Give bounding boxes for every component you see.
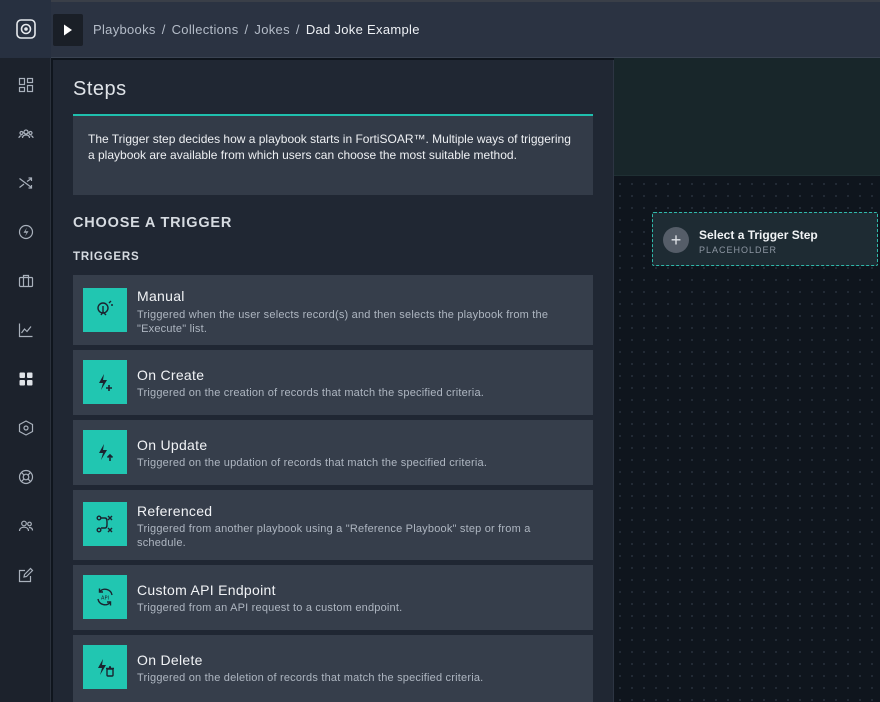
trigger-custom-api[interactable]: API Custom API Endpoint Triggered from a… [73, 565, 593, 630]
triggers-label: TRIGGERS [73, 251, 140, 263]
placeholder-title: Select a Trigger Step [699, 228, 818, 242]
play-arrow-icon [64, 24, 72, 36]
on-create-icon [83, 360, 127, 404]
trigger-description: Triggered on the creation of records tha… [137, 387, 485, 399]
trigger-description: Triggered on the updation of records tha… [137, 457, 488, 469]
trigger-step-placeholder[interactable]: + Select a Trigger Step PLACEHOLDER [652, 212, 878, 266]
plus-icon: + [663, 227, 689, 253]
nav-playbooks[interactable] [0, 168, 51, 198]
breadcrumb-separator: / [295, 22, 300, 37]
nav-automation[interactable] [0, 217, 51, 247]
breadcrumb: Playbooks / Collections / Jokes / Dad Joke Exa… [93, 22, 420, 37]
trigger-on-create[interactable]: On Create Triggered on the creation of r… [73, 350, 593, 415]
trigger-description: Triggered from another playbook using a … [137, 523, 531, 549]
trigger-manual[interactable]: Manual Triggered when the user selects r… [73, 275, 593, 345]
trigger-name: Custom API Endpoint [137, 582, 276, 598]
breadcrumb-playbooks[interactable]: Playbooks [93, 22, 156, 37]
app-logo[interactable] [0, 0, 51, 58]
nav-cases[interactable] [0, 266, 51, 296]
dashboard-icon [18, 77, 33, 93]
trigger-description: Triggered when the user selects record(s… [137, 309, 549, 335]
nav-notes[interactable] [0, 560, 51, 590]
edit-note-icon [18, 567, 33, 583]
trigger-name: Manual [137, 288, 185, 304]
playbook-canvas[interactable]: + Select a Trigger Step PLACEHOLDER [614, 58, 880, 702]
choose-trigger-heading: CHOOSE A TRIGGER [73, 215, 233, 231]
nav-apps[interactable] [0, 364, 51, 394]
trigger-name: On Delete [137, 652, 203, 668]
trigger-name: On Create [137, 367, 205, 383]
on-delete-icon [83, 645, 127, 689]
nav-connectors[interactable] [0, 413, 51, 443]
nav-team[interactable] [0, 511, 51, 541]
briefcase-icon [18, 274, 33, 288]
trigger-intro-text: The Trigger step decides how a playbook … [73, 116, 593, 195]
trigger-name: Referenced [137, 503, 213, 519]
steps-panel: Steps The Trigger step decides how a pla… [53, 60, 614, 702]
panel-title: Steps [73, 78, 127, 100]
app-logo-icon [15, 19, 36, 39]
on-update-icon [83, 430, 127, 474]
manual-trigger-icon [83, 288, 127, 332]
nav-reports[interactable] [0, 315, 51, 345]
line-chart-icon [18, 323, 32, 338]
lifebuoy-icon [18, 469, 33, 485]
referenced-icon [83, 502, 127, 546]
connector-icon [18, 420, 33, 436]
trigger-description: Triggered on the deletion of records tha… [137, 672, 484, 684]
nav-support[interactable] [0, 462, 51, 492]
trigger-referenced[interactable]: Referenced Triggered from another playbo… [73, 490, 593, 560]
left-nav [0, 0, 51, 702]
trigger-on-delete[interactable]: On Delete Triggered on the deletion of r… [73, 635, 593, 702]
users-group-icon [17, 129, 34, 139]
placeholder-subtitle: PLACEHOLDER [699, 245, 778, 255]
breadcrumb-separator: / [244, 22, 249, 37]
api-endpoint-icon: API [83, 575, 127, 619]
shuffle-icon [18, 177, 32, 189]
breadcrumb-jokes[interactable]: Jokes [254, 22, 289, 37]
trigger-description: Triggered from an API request to a custo… [137, 602, 403, 614]
breadcrumb-current: Dad Joke Example [305, 22, 420, 37]
panel-toggle-button[interactable] [53, 14, 83, 46]
apps-grid-icon [19, 372, 32, 386]
trigger-name: On Update [137, 437, 208, 453]
canvas-header-area [614, 58, 880, 176]
top-header: Playbooks / Collections / Jokes / Dad Joke Exa… [51, 0, 880, 58]
trigger-on-update[interactable]: On Update Triggered on the updation of r… [73, 420, 593, 485]
bolt-icon [18, 224, 33, 240]
breadcrumb-separator: / [161, 22, 166, 37]
nav-dashboard[interactable] [0, 70, 51, 100]
nav-users-group[interactable] [0, 119, 51, 149]
breadcrumb-collections[interactable]: Collections [172, 22, 239, 37]
team-icon [18, 520, 33, 532]
svg-text:API: API [101, 596, 109, 602]
